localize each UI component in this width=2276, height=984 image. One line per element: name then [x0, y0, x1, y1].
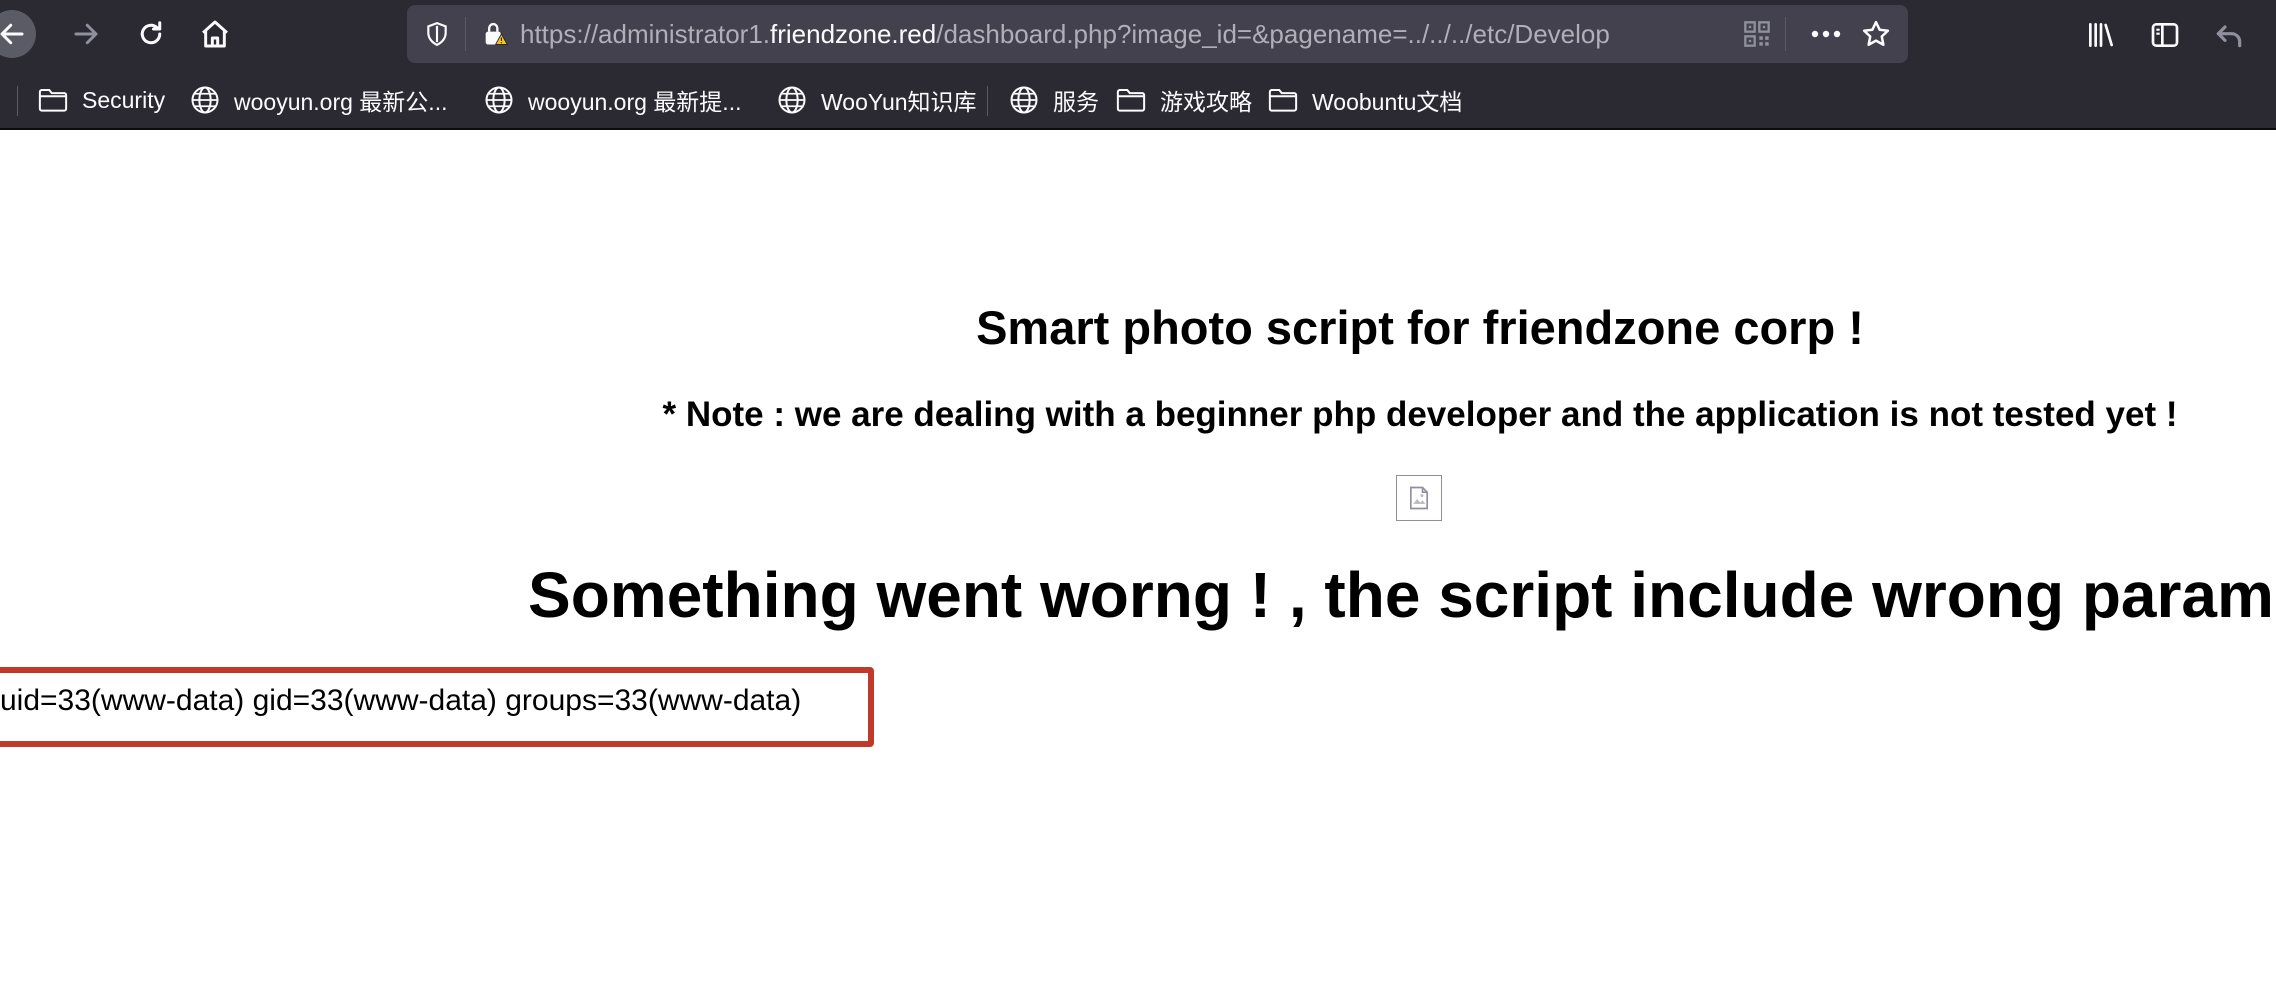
- bookmark-security[interactable]: Security: [36, 70, 165, 130]
- globe-icon: [482, 83, 516, 117]
- page-actions-button[interactable]: [1806, 14, 1846, 54]
- bookmark-game-guides[interactable]: 游戏攻略: [1114, 70, 1252, 130]
- broken-image-icon: [1410, 486, 1428, 510]
- folder-icon: [1114, 83, 1148, 117]
- url-divider: [465, 17, 466, 51]
- page-title: Smart photo script for friendzone corp !: [976, 301, 1864, 354]
- bookmark-label: WooYun知识库: [821, 89, 977, 115]
- bookmark-label: wooyun.org 最新提...: [528, 89, 742, 115]
- url-text[interactable]: https://administrator1.friendzone.red/da…: [520, 5, 1720, 63]
- globe-icon: [1007, 83, 1041, 117]
- tracking-protection-button[interactable]: [417, 14, 457, 54]
- bookmark-wooyun-knowledge-base[interactable]: WooYun知识库: [775, 70, 977, 130]
- url-prefix: https://administrator1.: [520, 19, 770, 49]
- sidebar-button[interactable]: [2144, 14, 2186, 56]
- back-arrow-icon: [0, 23, 24, 45]
- globe-icon: [775, 83, 809, 117]
- insecure-lock-icon: [485, 22, 509, 45]
- home-button[interactable]: [191, 10, 239, 58]
- home-icon: [202, 20, 228, 48]
- forward-arrow-icon: [74, 23, 98, 45]
- url-host: friendzone.red: [770, 19, 937, 49]
- broken-image: [1396, 475, 1442, 521]
- bookmark-wooyun-latest-public[interactable]: wooyun.org 最新公...: [188, 70, 447, 130]
- library-button[interactable]: [2080, 14, 2122, 56]
- bookmark-label: Woobuntu文档: [1312, 89, 1463, 115]
- page-note: * Note : we are dealing with a beginner …: [662, 395, 2178, 434]
- bookmark-label: 服务: [1053, 89, 1099, 115]
- bookmark-services[interactable]: 服务: [1007, 70, 1099, 130]
- url-bar[interactable]: https://administrator1.friendzone.red/da…: [407, 5, 1908, 63]
- browser-toolbar: https://administrator1.friendzone.red/da…: [0, 0, 2276, 70]
- bookmark-page-button[interactable]: [1856, 14, 1896, 54]
- bookmark-woobuntu-docs[interactable]: Woobuntu文档: [1266, 70, 1462, 130]
- page-content: Smart photo script for friendzone corp !…: [0, 132, 2276, 984]
- bookmark-label: Security: [82, 86, 166, 113]
- library-icon: [2089, 23, 2113, 47]
- error-heading: Something went worng ! , the script incl…: [528, 559, 2274, 631]
- bookmark-wooyun-latest-submitted[interactable]: wooyun.org 最新提...: [482, 70, 741, 130]
- sidebar-icon: [2151, 23, 2179, 47]
- url-divider: [1785, 17, 1786, 51]
- more-options-icon: [1811, 30, 1841, 38]
- qr-code-button[interactable]: [1737, 14, 1777, 54]
- reload-icon: [140, 21, 162, 45]
- bookmark-label: 游戏攻略: [1160, 89, 1252, 115]
- bookmarks-toolbar: Security wooyun.org 最新公... wooyun.org 最新…: [0, 70, 2276, 130]
- back-button[interactable]: [0, 10, 36, 58]
- folder-icon: [1266, 83, 1300, 117]
- reload-button[interactable]: [127, 10, 175, 58]
- undo-arrow-icon: [2216, 25, 2242, 48]
- bookmark-separator: [17, 86, 18, 116]
- url-path: /dashboard.php?image_id=&pagename=../../…: [936, 19, 1610, 49]
- bookmark-star-icon: [1862, 20, 1890, 46]
- url-fade: [1627, 5, 1737, 63]
- qr-code-icon: [1744, 21, 1770, 47]
- site-security-button[interactable]: [475, 14, 515, 54]
- bookmark-label: wooyun.org 最新公...: [234, 89, 448, 115]
- undo-button[interactable]: [2208, 14, 2250, 56]
- globe-icon: [188, 83, 222, 117]
- forward-button[interactable]: [62, 10, 110, 58]
- tracking-protection-shield-icon: [427, 22, 447, 47]
- bookmark-separator: [987, 86, 988, 116]
- command-output: uid=33(www-data) gid=33(www-data) groups…: [0, 684, 802, 717]
- folder-icon: [36, 83, 70, 117]
